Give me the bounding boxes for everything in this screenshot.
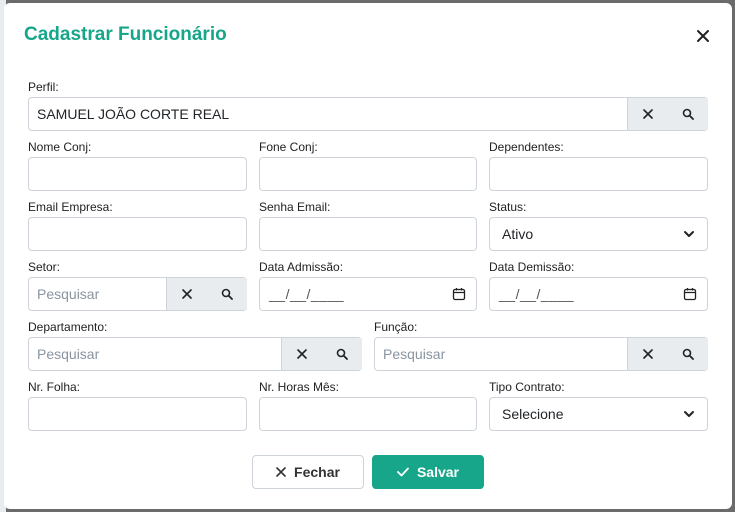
perfil-value: SAMUEL JOÃO CORTE REAL — [37, 106, 230, 122]
register-employee-modal: Cadastrar Funcionário Perfil: SAMUEL JOÃ… — [4, 3, 732, 509]
tipo-contrato-selected: Selecione — [502, 406, 564, 422]
departamento-addon — [281, 338, 362, 370]
save-button[interactable]: Salvar — [372, 455, 484, 489]
nome-conj-input[interactable] — [28, 157, 247, 191]
email-empresa-input[interactable] — [28, 217, 247, 251]
status-selected: Ativo — [502, 226, 534, 242]
check-icon — [397, 467, 409, 477]
departamento-label: Departamento: — [28, 320, 108, 334]
close-icon[interactable] — [696, 29, 710, 43]
clear-icon[interactable] — [292, 344, 312, 364]
clear-icon[interactable] — [638, 104, 658, 124]
email-empresa-label: Email Empresa: — [28, 200, 113, 214]
data-demissao-label: Data Demissão: — [489, 260, 575, 274]
search-icon[interactable] — [217, 284, 237, 304]
data-demissao-placeholder: __/__/____ — [499, 286, 575, 302]
funcao-field[interactable]: Pesquisar — [374, 337, 708, 371]
save-button-label: Salvar — [416, 464, 460, 480]
status-select[interactable]: Ativo — [489, 217, 708, 251]
clear-icon[interactable] — [638, 344, 658, 364]
status-label: Status: — [489, 200, 527, 214]
perfil-field[interactable]: SAMUEL JOÃO CORTE REAL — [28, 97, 708, 131]
departamento-placeholder: Pesquisar — [37, 346, 100, 362]
funcao-placeholder: Pesquisar — [383, 346, 446, 362]
setor-addon — [166, 278, 247, 310]
calendar-icon[interactable] — [452, 287, 466, 301]
nr-horas-mes-input[interactable] — [259, 397, 477, 431]
departamento-field[interactable]: Pesquisar — [28, 337, 362, 371]
nr-folha-label: Nr. Folha: — [28, 380, 81, 394]
funcao-label: Função: — [374, 320, 418, 334]
chevron-down-icon — [684, 231, 694, 237]
tipo-contrato-label: Tipo Contrato: — [489, 380, 565, 394]
data-demissao-input[interactable]: __/__/____ — [489, 277, 708, 311]
search-icon[interactable] — [332, 344, 352, 364]
senha-email-input[interactable] — [259, 217, 477, 251]
funcao-addon — [627, 338, 708, 370]
search-icon[interactable] — [678, 344, 698, 364]
nr-horas-mes-label: Nr. Horas Mês: — [259, 380, 340, 394]
nr-folha-input[interactable] — [28, 397, 247, 431]
close-button[interactable]: Fechar — [252, 455, 364, 489]
tipo-contrato-select[interactable]: Selecione — [489, 397, 708, 431]
data-admissao-placeholder: __/__/____ — [269, 286, 345, 302]
chevron-down-icon — [684, 411, 694, 417]
close-button-label: Fechar — [294, 464, 340, 480]
perfil-addon — [627, 98, 708, 130]
fone-conj-label: Fone Conj: — [259, 140, 318, 154]
close-icon — [276, 467, 286, 477]
dependentes-label: Dependentes: — [489, 140, 564, 154]
search-icon[interactable] — [678, 104, 698, 124]
dependentes-input[interactable] — [489, 157, 708, 191]
clear-icon[interactable] — [177, 284, 197, 304]
setor-placeholder: Pesquisar — [37, 286, 100, 302]
modal-title: Cadastrar Funcionário — [24, 24, 227, 45]
data-admissao-input[interactable]: __/__/____ — [259, 277, 477, 311]
setor-field[interactable]: Pesquisar — [28, 277, 247, 311]
nome-conj-label: Nome Conj: — [28, 140, 92, 154]
perfil-label: Perfil: — [28, 80, 59, 94]
setor-label: Setor: — [28, 260, 61, 274]
calendar-icon[interactable] — [683, 287, 697, 301]
senha-email-label: Senha Email: — [259, 200, 331, 214]
fone-conj-input[interactable] — [259, 157, 477, 191]
data-admissao-label: Data Admissão: — [259, 260, 344, 274]
